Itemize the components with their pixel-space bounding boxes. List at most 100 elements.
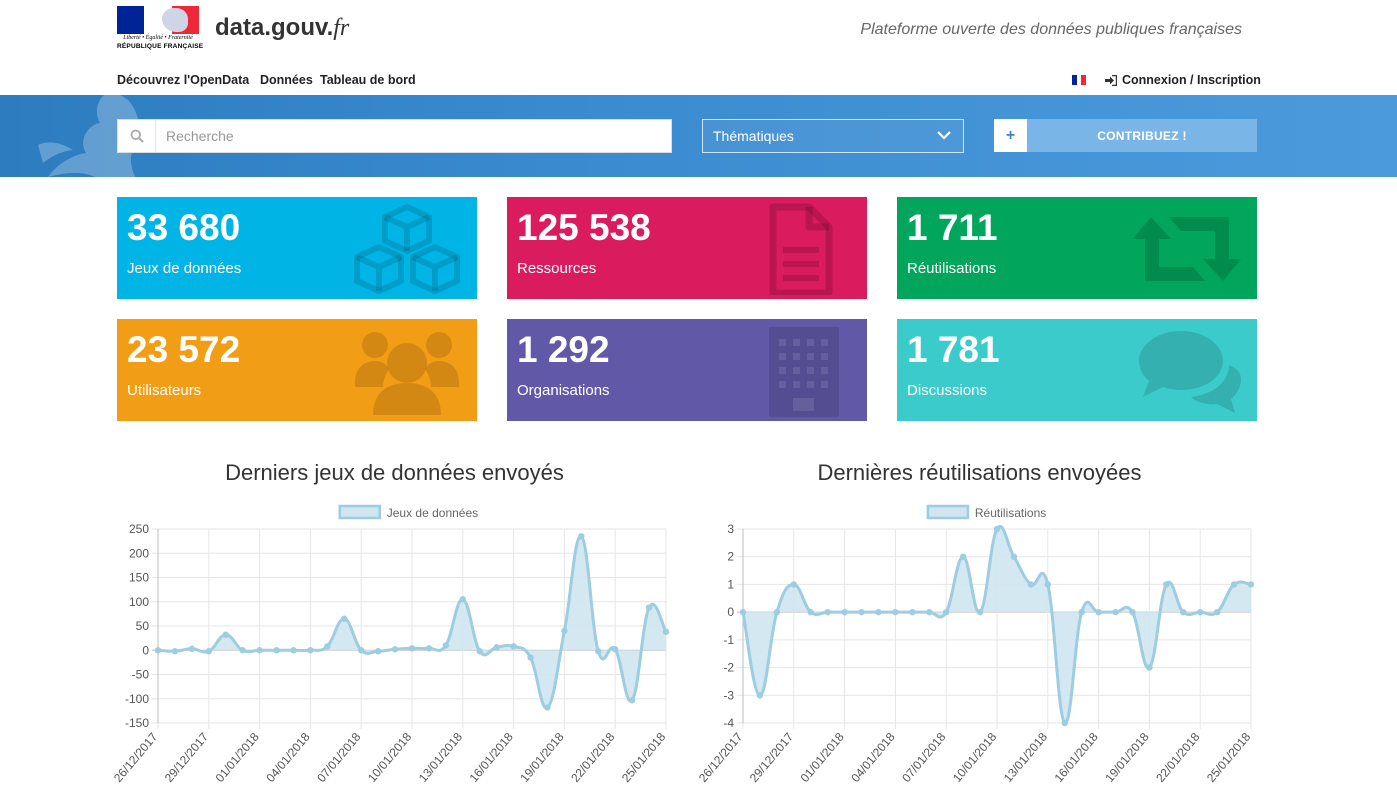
- stat-tile-discussions[interactable]: 1 781 Discussions: [897, 319, 1257, 421]
- legend-label: Jeux de données: [387, 506, 478, 520]
- data-point[interactable]: [858, 608, 865, 616]
- data-point[interactable]: [976, 608, 984, 616]
- data-point[interactable]: [476, 648, 483, 655]
- data-point[interactable]: [1180, 608, 1187, 616]
- data-point[interactable]: [154, 647, 162, 654]
- x-tick-label: 07/01/2018: [314, 730, 364, 785]
- data-point[interactable]: [459, 596, 466, 603]
- legend-label: Réutilisations: [975, 506, 1046, 520]
- data-point[interactable]: [739, 608, 747, 616]
- stat-tile-resources[interactable]: 125 538 Ressources: [507, 197, 867, 299]
- y-tick-label: 0: [727, 605, 734, 619]
- thematiques-select[interactable]: Thématiques: [702, 119, 964, 153]
- french-flag-icon[interactable]: [1072, 75, 1087, 85]
- data-point[interactable]: [171, 648, 179, 655]
- x-tick-label: 07/01/2018: [899, 730, 949, 785]
- stat-tile-reuses[interactable]: 1 711 Réutilisations: [897, 197, 1257, 299]
- data-point[interactable]: [1129, 608, 1136, 616]
- x-tick-label: 10/01/2018: [365, 730, 415, 785]
- data-point[interactable]: [493, 644, 500, 651]
- data-point[interactable]: [662, 628, 670, 636]
- data-point[interactable]: [756, 692, 764, 699]
- data-point[interactable]: [239, 647, 246, 654]
- data-point[interactable]: [188, 645, 196, 652]
- sign-in-icon: [1105, 74, 1117, 86]
- data-point[interactable]: [773, 608, 781, 616]
- data-point[interactable]: [290, 647, 297, 654]
- site-tagline: Plateforme ouverte des données publiques…: [860, 21, 1242, 38]
- search-box[interactable]: [117, 119, 672, 153]
- data-point[interactable]: [612, 646, 619, 653]
- data-point[interactable]: [578, 533, 585, 540]
- data-point[interactable]: [841, 608, 848, 616]
- chart-legend[interactable]: Réutilisations: [926, 504, 1046, 520]
- data-point[interactable]: [205, 648, 212, 655]
- data-point[interactable]: [993, 525, 1001, 533]
- data-point[interactable]: [222, 631, 229, 638]
- data-point[interactable]: [408, 645, 416, 652]
- data-point[interactable]: [510, 643, 517, 650]
- data-point[interactable]: [1247, 581, 1255, 588]
- data-point[interactable]: [628, 697, 636, 704]
- data-point[interactable]: [391, 646, 399, 653]
- data-point[interactable]: [1061, 719, 1068, 727]
- data-point[interactable]: [790, 581, 797, 588]
- data-point[interactable]: [307, 647, 314, 654]
- data-point[interactable]: [1213, 608, 1221, 616]
- site-brand[interactable]: data.gouv.fr: [215, 14, 349, 42]
- data-point[interactable]: [324, 643, 331, 650]
- data-point[interactable]: [544, 704, 551, 711]
- x-tick-label: 29/12/2017: [747, 730, 797, 785]
- data-point[interactable]: [374, 648, 382, 655]
- data-point[interactable]: [1230, 581, 1238, 588]
- data-point[interactable]: [341, 615, 348, 622]
- data-point[interactable]: [1197, 608, 1204, 616]
- data-point[interactable]: [892, 608, 899, 616]
- nav-item-opendata[interactable]: Découvrez l'OpenData: [117, 73, 249, 87]
- data-point[interactable]: [256, 647, 263, 654]
- data-point[interactable]: [807, 608, 814, 616]
- nav-item-donnees[interactable]: Données: [260, 73, 313, 87]
- data-point[interactable]: [1112, 608, 1119, 616]
- marianne-flag-icon: [117, 6, 199, 34]
- data-point[interactable]: [1010, 553, 1018, 560]
- data-point[interactable]: [595, 648, 602, 655]
- data-point[interactable]: [645, 604, 653, 611]
- x-tick-label: 19/01/2018: [517, 730, 567, 785]
- stat-tile-datasets[interactable]: 33 680 Jeux de données: [117, 197, 477, 299]
- data-point[interactable]: [1163, 581, 1170, 588]
- republique-francaise-logo[interactable]: Liberté • Égalité • Fraternité RÉPUBLIQU…: [117, 6, 203, 52]
- data-point[interactable]: [1044, 581, 1051, 588]
- search-icon[interactable]: [118, 120, 156, 152]
- chart-legend[interactable]: Jeux de données: [338, 504, 478, 520]
- y-tick-label: 3: [727, 522, 734, 536]
- search-input[interactable]: [156, 128, 656, 144]
- x-tick-label: 01/01/2018: [213, 730, 263, 785]
- data-point[interactable]: [1095, 608, 1102, 616]
- contribute-button[interactable]: + CONTRIBUEZ !: [994, 119, 1257, 152]
- stat-tile-users[interactable]: 23 572 Utilisateurs: [117, 319, 477, 421]
- data-point[interactable]: [1027, 581, 1035, 588]
- stat-tile-organizations[interactable]: 1 292 Organisations: [507, 319, 867, 421]
- data-point[interactable]: [943, 608, 950, 616]
- data-point[interactable]: [1078, 608, 1085, 616]
- data-point[interactable]: [824, 608, 831, 616]
- data-point[interactable]: [442, 642, 450, 649]
- nav-item-dashboard[interactable]: Tableau de bord: [320, 73, 416, 87]
- data-point[interactable]: [875, 608, 882, 616]
- data-point[interactable]: [358, 647, 365, 654]
- data-point[interactable]: [1146, 664, 1153, 671]
- data-point[interactable]: [926, 608, 933, 616]
- login-link[interactable]: Connexion / Inscription: [1105, 73, 1261, 87]
- y-tick-label: 250: [129, 522, 149, 536]
- data-point[interactable]: [527, 654, 534, 661]
- legend-swatch: [926, 504, 970, 520]
- datasets-line-chart: Jeux de données 250 200 150 100 50 0 -50 -100 -15…: [111, 504, 670, 785]
- data-point[interactable]: [561, 627, 568, 635]
- data-point[interactable]: [909, 608, 916, 616]
- data-point[interactable]: [959, 553, 967, 560]
- data-point[interactable]: [425, 645, 433, 652]
- y-tick-label: -50: [132, 668, 150, 682]
- brand-name: data.gouv.: [215, 14, 334, 41]
- data-point[interactable]: [273, 647, 280, 654]
